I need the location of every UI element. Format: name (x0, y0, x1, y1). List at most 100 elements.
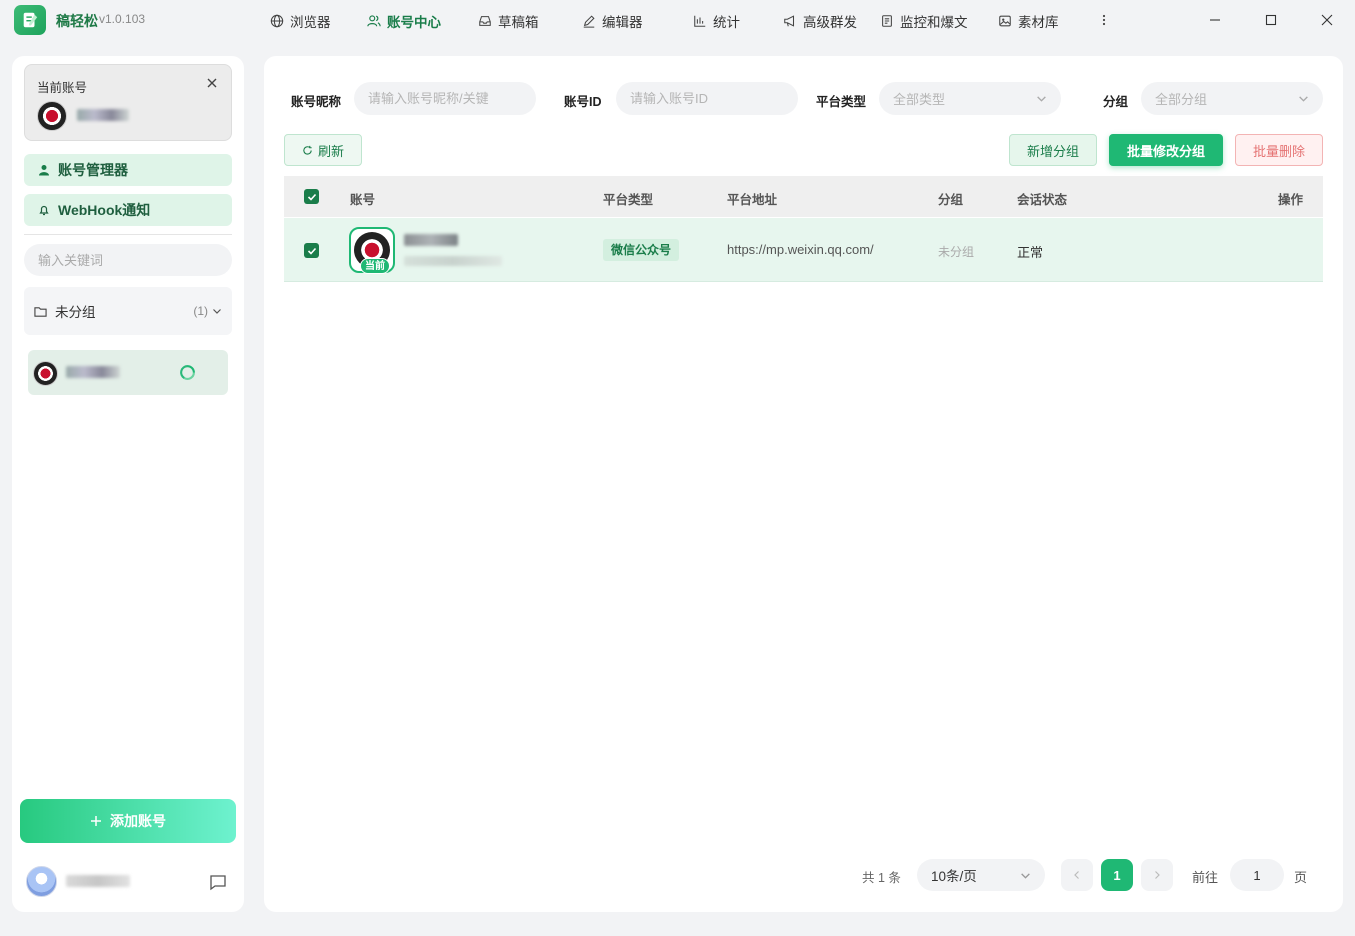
header-action: 操作 (1278, 193, 1304, 207)
chevron-down-icon (1299, 96, 1308, 102)
nav-materials-label: 素材库 (1018, 15, 1059, 30)
table-row[interactable]: 当前 微信公众号 https://mp.weixin.qq.com/ 未分组 正… (284, 218, 1323, 282)
row-account-name-redacted (404, 234, 458, 246)
goto-label: 前往 (1192, 870, 1219, 885)
platform-filter-select[interactable]: 全部类型 (879, 82, 1061, 115)
webhook-button[interactable]: WebHook通知 (24, 194, 232, 226)
table-header: 账号 平台类型 平台地址 分组 会话状态 操作 (284, 176, 1323, 217)
bell-icon (39, 205, 49, 216)
chevron-down-icon (213, 309, 221, 314)
row-account-id-redacted (404, 256, 502, 266)
page-1-button[interactable]: 1 (1101, 859, 1133, 891)
nav-drafts[interactable]: 草稿箱 (478, 11, 539, 31)
nav-account-center[interactable]: 账号中心 (367, 11, 441, 31)
minimize-button[interactable] (1205, 10, 1225, 30)
batch-edit-group-button[interactable]: 批量修改分组 (1109, 134, 1223, 166)
page-suffix: 页 (1294, 870, 1308, 885)
header-platform: 平台类型 (603, 193, 654, 207)
bar-chart-icon (694, 15, 706, 27)
nav-browser-label: 浏览器 (290, 15, 331, 30)
globe-icon (270, 14, 284, 28)
user-name-redacted (66, 875, 130, 887)
nav-stats-label: 统计 (713, 15, 740, 30)
current-badge: 当前 (360, 258, 390, 274)
inbox-icon (479, 16, 491, 26)
sidebar: 当前账号 账号管理器 WebHook通知 未分组 (1) 添加账号 (12, 56, 244, 912)
id-filter-input[interactable] (616, 82, 798, 115)
page-size-select[interactable]: 10条/页 (917, 859, 1045, 891)
document-icon (882, 15, 892, 27)
group-filter-label: 分组 (1103, 95, 1129, 109)
folder-icon (34, 306, 47, 317)
main-panel: 账号昵称 账号ID 平台类型 全部类型 分组 全部分组 刷新 新增分组 批量修改… (264, 56, 1343, 912)
new-group-button[interactable]: 新增分组 (1009, 134, 1097, 166)
refresh-button[interactable]: 刷新 (284, 134, 362, 166)
pagination-total: 共 1 条 (862, 871, 901, 885)
sidebar-account-item[interactable] (28, 350, 228, 395)
more-menu-button[interactable] (1094, 10, 1114, 30)
nav-browser[interactable]: 浏览器 (270, 11, 331, 31)
header-status: 会话状态 (1017, 193, 1068, 207)
image-icon (999, 15, 1011, 27)
group-ungrouped[interactable]: 未分组 (1) (24, 287, 232, 335)
account-name-redacted (66, 366, 120, 378)
message-icon[interactable] (209, 873, 227, 891)
nav-mass-send-label: 高级群发 (803, 15, 857, 30)
nav-stats[interactable]: 统计 (693, 11, 740, 31)
nav-materials[interactable]: 素材库 (998, 11, 1059, 31)
nav-monitor[interactable]: 监控和爆文 (880, 11, 968, 31)
minimize-icon (1210, 19, 1220, 21)
select-all-checkbox[interactable] (304, 189, 319, 204)
check-icon (307, 193, 316, 201)
nav-editor[interactable]: 编辑器 (582, 11, 643, 31)
document-logo-icon (23, 12, 38, 28)
next-page-button[interactable] (1141, 859, 1173, 891)
title-bar: 稿轻松 v1.0.103 浏览器 账号中心 草稿箱 编辑器 统计 高级群发 监控… (0, 0, 1355, 40)
sidebar-search-input[interactable] (24, 244, 232, 276)
header-group: 分组 (938, 193, 964, 207)
session-status: 正常 (1017, 245, 1044, 260)
nickname-filter-input[interactable] (354, 82, 536, 115)
batch-delete-button[interactable]: 批量删除 (1235, 134, 1323, 166)
platform-url: https://mp.weixin.qq.com/ (727, 242, 874, 257)
group-filter-value: 全部分组 (1155, 92, 1208, 107)
id-filter-label: 账号ID (564, 95, 602, 109)
user-icon (39, 165, 49, 176)
close-icon[interactable] (205, 76, 219, 90)
goto-page-input[interactable] (1230, 859, 1284, 891)
platform-filter-value: 全部类型 (893, 92, 946, 107)
sync-icon[interactable] (179, 364, 196, 381)
platform-badge: 微信公众号 (603, 239, 680, 261)
maximize-button[interactable] (1261, 10, 1281, 30)
header-url: 平台地址 (727, 193, 778, 207)
nav-mass-send[interactable]: 高级群发 (783, 11, 857, 31)
megaphone-icon (784, 15, 795, 27)
chevron-right-icon (1155, 871, 1160, 879)
close-icon (1321, 14, 1333, 26)
more-vertical-icon (1102, 14, 1106, 26)
close-window-button[interactable] (1317, 10, 1337, 30)
group-name: 未分组 (55, 305, 96, 320)
row-checkbox[interactable] (304, 243, 319, 258)
current-account-card: 当前账号 (24, 64, 232, 141)
chevron-down-icon (1021, 872, 1030, 879)
webhook-label: WebHook通知 (58, 202, 151, 218)
account-avatar (33, 361, 58, 386)
sidebar-divider (24, 234, 232, 235)
refresh-icon (303, 145, 312, 155)
group-filter-select[interactable]: 全部分组 (1141, 82, 1323, 115)
account-manager-button[interactable]: 账号管理器 (24, 154, 232, 186)
app-version: v1.0.103 (99, 12, 146, 26)
current-account-name-redacted (77, 109, 129, 121)
page-size-value: 10条/页 (931, 869, 977, 884)
pen-icon (583, 15, 595, 28)
account-manager-label: 账号管理器 (58, 162, 128, 178)
user-avatar[interactable] (26, 866, 57, 897)
nickname-filter-label: 账号昵称 (291, 95, 342, 109)
check-icon (307, 247, 316, 255)
row-group: 未分组 (938, 245, 975, 259)
app-logo (14, 5, 46, 35)
current-account-avatar (37, 101, 67, 131)
prev-page-button[interactable] (1061, 859, 1093, 891)
add-account-button[interactable]: 添加账号 (20, 799, 236, 843)
